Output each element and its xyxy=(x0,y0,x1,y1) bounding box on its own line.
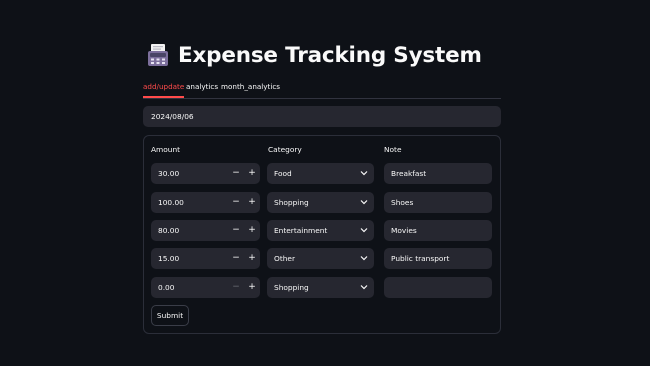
note-value: Movies xyxy=(391,226,417,235)
increment-button[interactable]: + xyxy=(245,163,259,184)
increment-button[interactable]: + xyxy=(245,277,259,298)
category-select[interactable]: Entertainment xyxy=(267,220,374,241)
chevron-down-icon xyxy=(360,171,368,176)
increment-button[interactable]: + xyxy=(245,192,259,213)
decrement-button[interactable]: − xyxy=(229,163,243,184)
tab-add-update[interactable]: add/update xyxy=(143,82,185,98)
category-select[interactable]: Food xyxy=(267,163,374,184)
date-input[interactable]: 2024/08/06 xyxy=(143,106,501,127)
category-select[interactable]: Other xyxy=(267,248,374,269)
amount-input[interactable]: 100.00 − + xyxy=(151,192,260,213)
note-value: Public transport xyxy=(391,254,450,263)
note-input[interactable] xyxy=(384,277,492,298)
decrement-button[interactable]: − xyxy=(229,248,243,269)
page-header: Expense Tracking System xyxy=(146,40,482,70)
decrement-button[interactable]: − xyxy=(229,220,243,241)
fax-icon xyxy=(148,44,168,66)
tab-month-analytics[interactable]: month_analytics xyxy=(221,82,280,96)
amount-value: 30.00 xyxy=(158,169,180,178)
note-input[interactable]: Breakfast xyxy=(384,163,492,184)
category-value: Entertainment xyxy=(274,226,328,235)
amount-input[interactable]: 30.00 − + xyxy=(151,163,260,184)
amount-value: 0.00 xyxy=(158,283,175,292)
decrement-button[interactable]: − xyxy=(229,192,243,213)
page-title: Expense Tracking System xyxy=(178,42,482,68)
tab-analytics[interactable]: analytics xyxy=(186,82,218,96)
submit-button[interactable]: Submit xyxy=(151,305,189,326)
increment-button[interactable]: + xyxy=(245,220,259,241)
amount-input[interactable]: 80.00 − + xyxy=(151,220,260,241)
amount-value: 100.00 xyxy=(158,198,184,207)
amount-input[interactable]: 15.00 − + xyxy=(151,248,260,269)
chevron-down-icon xyxy=(360,256,368,261)
note-input[interactable]: Shoes xyxy=(384,192,492,213)
category-value: Shopping xyxy=(274,283,309,292)
note-value: Shoes xyxy=(391,198,414,207)
chevron-down-icon xyxy=(360,285,368,290)
amount-value: 80.00 xyxy=(158,226,180,235)
chevron-down-icon xyxy=(360,200,368,205)
category-select[interactable]: Shopping xyxy=(267,277,374,298)
category-value: Food xyxy=(274,169,292,178)
category-header: Category xyxy=(268,145,302,154)
note-input[interactable]: Public transport xyxy=(384,248,492,269)
amount-value: 15.00 xyxy=(158,254,180,263)
note-input[interactable]: Movies xyxy=(384,220,492,241)
amount-header: Amount xyxy=(151,145,181,154)
chevron-down-icon xyxy=(360,228,368,233)
category-value: Shopping xyxy=(274,198,309,207)
amount-input[interactable]: 0.00 − + xyxy=(151,277,260,298)
note-value: Breakfast xyxy=(391,169,427,178)
decrement-button[interactable]: − xyxy=(229,277,243,298)
note-header: Note xyxy=(384,145,402,154)
category-value: Other xyxy=(274,254,295,263)
increment-button[interactable]: + xyxy=(245,248,259,269)
category-select[interactable]: Shopping xyxy=(267,192,374,213)
tab-bar: add/update analytics month_analytics xyxy=(143,80,501,99)
